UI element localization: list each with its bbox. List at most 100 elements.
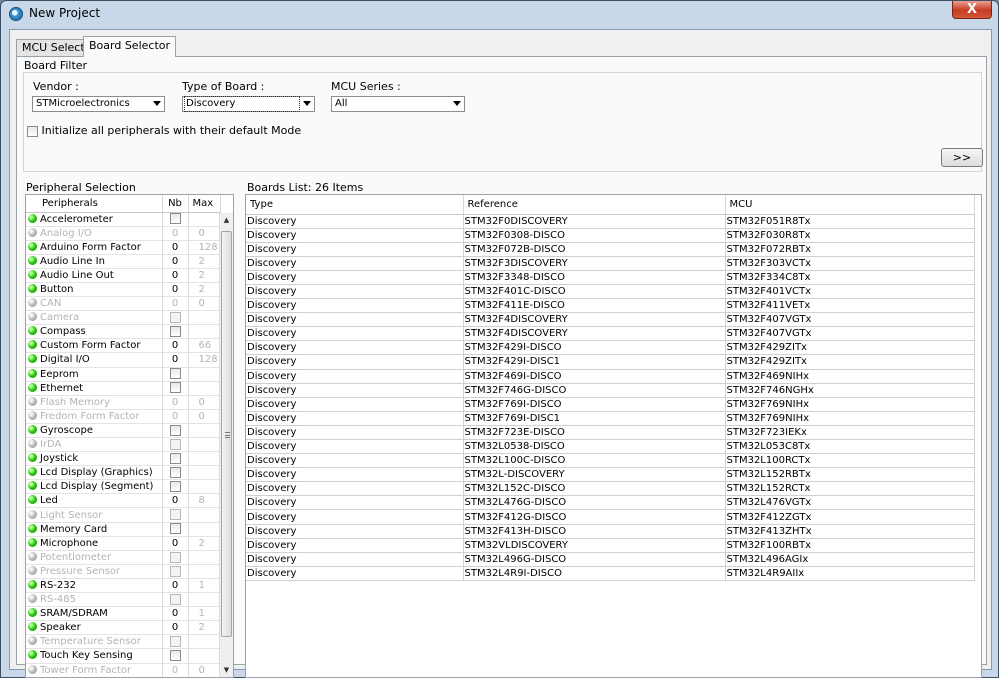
table-row[interactable]: Lcd Display (Segment) bbox=[26, 479, 221, 495]
board-mcu-cell[interactable]: STM32L4R9AIIx bbox=[725, 566, 975, 581]
board-mcu-cell[interactable]: STM32F412ZGTx bbox=[725, 509, 975, 525]
board-type-cell[interactable]: Discovery bbox=[246, 298, 464, 314]
peripheral-checkbox[interactable] bbox=[169, 368, 181, 380]
board-reference-cell[interactable]: STM32F4DISCOVERY bbox=[463, 326, 726, 342]
peripheral-nb-cell[interactable] bbox=[162, 437, 189, 453]
table-row[interactable]: SRAM/SDRAM 0 1 bbox=[26, 606, 221, 622]
board-mcu-cell[interactable]: STM32F411VETx bbox=[725, 298, 975, 314]
table-row[interactable]: Discovery STM32F723E-DISCO STM32F723IEKx bbox=[246, 425, 975, 441]
board-type-cell[interactable]: Discovery bbox=[246, 284, 464, 300]
column-header-type[interactable]: Type bbox=[246, 195, 464, 215]
table-row[interactable]: Gyroscope bbox=[26, 423, 221, 439]
board-reference-cell[interactable]: STM32F769I-DISC1 bbox=[463, 411, 726, 426]
board-type-cell[interactable]: Discovery bbox=[246, 524, 464, 539]
table-row[interactable]: Eeprom bbox=[26, 367, 221, 382]
peripheral-name-cell[interactable]: Button bbox=[26, 282, 163, 298]
next-button[interactable]: >> bbox=[941, 148, 983, 167]
board-reference-cell[interactable]: STM32L496G-DISCO bbox=[463, 552, 726, 567]
table-row[interactable]: Discovery STM32F411E-DISCO STM32F411VETx bbox=[246, 298, 975, 314]
board-reference-cell[interactable]: STM32L152C-DISCO bbox=[463, 481, 726, 497]
board-reference-cell[interactable]: STM32F746G-DISCO bbox=[463, 383, 726, 398]
board-type-cell[interactable]: Discovery bbox=[246, 214, 464, 229]
board-reference-cell[interactable]: STM32F429I-DISC1 bbox=[463, 354, 726, 370]
peripheral-name-cell[interactable]: Microphone bbox=[26, 536, 163, 551]
board-reference-cell[interactable]: STM32F0DISCOVERY bbox=[463, 214, 726, 229]
peripheral-nb-cell[interactable] bbox=[162, 507, 189, 523]
peripheral-name-cell[interactable]: Analog I/O bbox=[26, 226, 163, 241]
peripheral-nb-cell[interactable] bbox=[162, 592, 189, 608]
board-reference-cell[interactable]: STM32L4R9I-DISCO bbox=[463, 566, 726, 581]
board-mcu-cell[interactable]: STM32F401VCTx bbox=[725, 284, 975, 300]
peripheral-name-cell[interactable]: Gyroscope bbox=[26, 423, 163, 439]
title-bar[interactable]: New Project X bbox=[1, 1, 998, 27]
peripheral-nb-cell[interactable] bbox=[162, 634, 189, 650]
peripheral-nb-cell[interactable]: 0 bbox=[162, 352, 189, 368]
scrollbar-thumb[interactable] bbox=[221, 231, 232, 637]
board-type-cell[interactable]: Discovery bbox=[246, 509, 464, 525]
table-row[interactable]: Discovery STM32F3DISCOVERY STM32F303VCTx bbox=[246, 256, 975, 271]
peripheral-name-cell[interactable]: RS-485 bbox=[26, 592, 163, 608]
table-row[interactable]: Discovery STM32F429I-DISCO STM32F429ZITx bbox=[246, 340, 975, 356]
peripheral-name-cell[interactable]: Lcd Display (Graphics) bbox=[26, 465, 163, 481]
table-row[interactable]: Discovery STM32L476G-DISCO STM32L476VGTx bbox=[246, 495, 975, 511]
board-type-cell[interactable]: Discovery bbox=[246, 538, 464, 553]
peripheral-nb-cell[interactable]: 0 bbox=[162, 493, 189, 509]
peripheral-name-cell[interactable]: Audio Line Out bbox=[26, 268, 163, 283]
board-reference-cell[interactable]: STM32F412G-DISCO bbox=[463, 509, 726, 525]
board-reference-cell[interactable]: STM32F413H-DISCO bbox=[463, 524, 726, 539]
peripheral-name-cell[interactable]: Joystick bbox=[26, 451, 163, 467]
peripheral-nb-cell[interactable] bbox=[162, 324, 189, 340]
board-mcu-cell[interactable]: STM32F769NIHx bbox=[725, 397, 975, 412]
peripheral-name-cell[interactable]: Custom Form Factor bbox=[26, 338, 163, 354]
type-of-board-select[interactable]: Discovery bbox=[182, 96, 315, 112]
peripheral-name-cell[interactable]: Lcd Display (Segment) bbox=[26, 479, 163, 495]
vendor-select[interactable]: STMicroelectronics bbox=[32, 96, 165, 112]
peripheral-nb-cell[interactable] bbox=[162, 381, 189, 396]
board-type-cell[interactable]: Discovery bbox=[246, 312, 464, 328]
board-reference-cell[interactable]: STM32F429I-DISCO bbox=[463, 340, 726, 356]
board-reference-cell[interactable]: STM32F072B-DISCO bbox=[463, 242, 726, 257]
table-row[interactable]: Discovery STM32F769I-DISCO STM32F769NIHx bbox=[246, 397, 975, 412]
board-mcu-cell[interactable]: STM32F723IEKx bbox=[725, 425, 975, 441]
board-type-cell[interactable]: Discovery bbox=[246, 340, 464, 356]
board-type-cell[interactable]: Discovery bbox=[246, 397, 464, 412]
peripheral-nb-cell[interactable]: 0 bbox=[162, 663, 189, 677]
board-reference-cell[interactable]: STM32F3348-DISCO bbox=[463, 270, 726, 285]
table-row[interactable]: Touch Key Sensing bbox=[26, 648, 221, 664]
board-type-cell[interactable]: Discovery bbox=[246, 228, 464, 243]
table-row[interactable]: Discovery STM32F429I-DISC1 STM32F429ZITx bbox=[246, 354, 975, 370]
board-mcu-cell[interactable]: STM32L476VGTx bbox=[725, 495, 975, 511]
board-reference-cell[interactable]: STM32L-DISCOVERY bbox=[463, 467, 726, 483]
table-row[interactable]: Discovery STM32L0538-DISCO STM32L053C8Tx bbox=[246, 439, 975, 455]
table-row[interactable]: Arduino Form Factor 0 128 bbox=[26, 240, 221, 255]
board-type-cell[interactable]: Discovery bbox=[246, 453, 464, 469]
peripheral-nb-cell[interactable] bbox=[162, 367, 189, 382]
peripheral-checkbox[interactable] bbox=[169, 509, 181, 521]
peripheral-scrollbar[interactable]: ▲ ▼ bbox=[219, 213, 233, 677]
board-reference-cell[interactable]: STM32VLDISCOVERY bbox=[463, 538, 726, 553]
table-row[interactable]: Accelerometer bbox=[26, 212, 221, 227]
table-row[interactable]: Analog I/O 0 0 bbox=[26, 226, 221, 241]
board-mcu-cell[interactable]: STM32F030R8Tx bbox=[725, 228, 975, 243]
board-type-cell[interactable]: Discovery bbox=[246, 256, 464, 271]
table-row[interactable]: Joystick bbox=[26, 451, 221, 467]
table-row[interactable]: Discovery STM32F0DISCOVERY STM32F051R8Tx bbox=[246, 214, 975, 229]
board-type-cell[interactable]: Discovery bbox=[246, 552, 464, 567]
table-row[interactable]: Camera bbox=[26, 310, 221, 326]
table-row[interactable]: RS-485 bbox=[26, 592, 221, 608]
peripheral-name-cell[interactable]: SRAM/SDRAM bbox=[26, 606, 163, 622]
board-type-cell[interactable]: Discovery bbox=[246, 369, 464, 384]
board-mcu-cell[interactable]: STM32F429ZITx bbox=[725, 354, 975, 370]
peripheral-nb-cell[interactable] bbox=[162, 212, 189, 227]
peripheral-name-cell[interactable]: Memory Card bbox=[26, 522, 163, 537]
board-mcu-cell[interactable]: STM32F469NIHx bbox=[725, 369, 975, 384]
board-type-cell[interactable]: Discovery bbox=[246, 467, 464, 483]
peripheral-nb-cell[interactable]: 0 bbox=[162, 254, 189, 269]
board-reference-cell[interactable]: STM32F0308-DISCO bbox=[463, 228, 726, 243]
board-mcu-cell[interactable]: STM32L496AGIx bbox=[725, 552, 975, 567]
board-mcu-cell[interactable]: STM32F413ZHTx bbox=[725, 524, 975, 539]
table-row[interactable]: Audio Line In 0 2 bbox=[26, 254, 221, 269]
peripheral-nb-cell[interactable]: 0 bbox=[162, 536, 189, 551]
peripheral-nb-cell[interactable]: 0 bbox=[162, 226, 189, 241]
peripheral-nb-cell[interactable] bbox=[162, 479, 189, 495]
